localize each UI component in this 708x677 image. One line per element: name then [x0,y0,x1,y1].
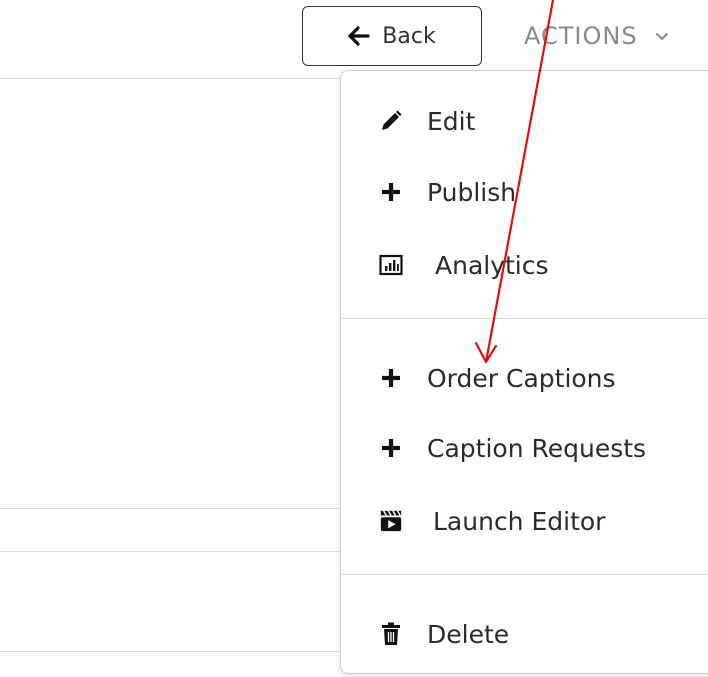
row-divider [0,551,345,552]
plus-icon [379,366,403,390]
menu-item-label: Caption Requests [427,433,647,463]
menu-item-order-captions[interactable]: Order Captions [341,352,708,404]
actions-menu: Edit Publish Analytics Order Captions Ca… [340,70,708,674]
actions-label: ACTIONS [524,22,638,50]
arrow-left-icon [348,25,370,47]
menu-divider [341,318,708,319]
back-button-label: Back [382,23,436,49]
menu-item-label: Publish [427,177,517,207]
row-divider [0,651,345,652]
menu-item-publish[interactable]: Publish [341,166,708,218]
menu-item-edit[interactable]: Edit [341,95,708,147]
menu-item-label: Delete [427,619,510,649]
menu-item-label: Launch Editor [433,506,606,536]
page: Back ACTIONS Edit Publish Analytics Orde… [0,0,708,677]
menu-item-label: Analytics [435,250,549,280]
menu-item-caption-requests[interactable]: Caption Requests [341,422,708,474]
analytics-icon [379,253,403,277]
trash-icon [379,622,403,646]
menu-item-analytics[interactable]: Analytics [341,239,708,291]
plus-icon [379,436,403,460]
menu-divider [341,574,708,575]
clapperboard-icon [379,509,403,533]
menu-item-label: Order Captions [427,363,616,393]
chevron-down-icon [654,28,670,44]
menu-item-delete[interactable]: Delete [341,608,708,660]
plus-icon [379,180,403,204]
actions-dropdown-toggle[interactable]: ACTIONS [524,6,670,66]
pencil-icon [379,109,403,133]
back-button[interactable]: Back [302,6,482,66]
row-divider [0,508,345,509]
row-divider [0,78,350,79]
menu-item-label: Edit [427,106,476,136]
menu-item-launch-editor[interactable]: Launch Editor [341,495,708,547]
